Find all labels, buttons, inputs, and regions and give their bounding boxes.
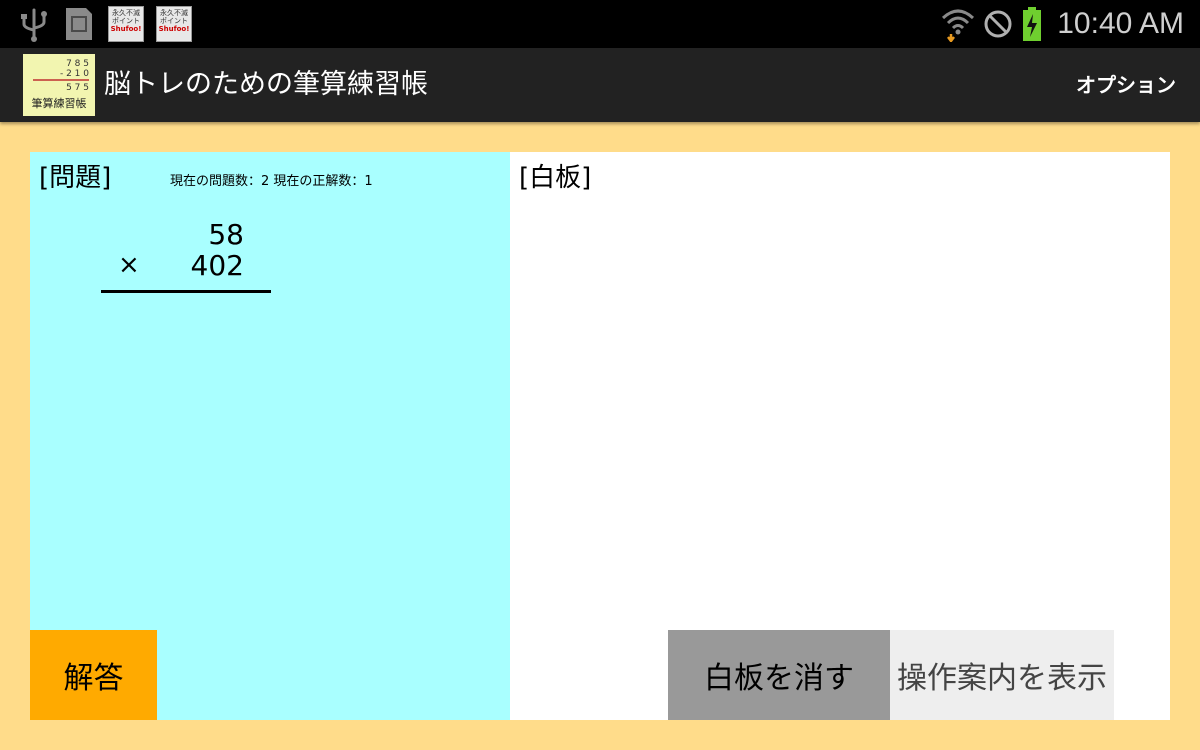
notification-text: Shufoo! (110, 25, 142, 33)
notification-text: Shufoo! (158, 25, 190, 33)
options-menu-button[interactable]: オプション (1076, 48, 1176, 122)
operand-top: 58 (208, 218, 244, 251)
status-bar-notifications: 永久不滅 ポイント Shufoo! 永久不滅 ポイント Shufoo! (18, 6, 192, 42)
problem-heading: [問題] (39, 163, 112, 193)
notification-text: ポイント (160, 17, 188, 25)
app-logo-icon[interactable]: 7 8 5 - 2 1 0 5 7 5 筆算練習帳 (23, 54, 95, 116)
sd-card-icon (66, 8, 92, 40)
operand-bottom: 402 (190, 249, 244, 282)
clear-whiteboard-button[interactable]: 白板を消す (668, 630, 890, 720)
notification-app-icon: 永久不滅 ポイント Shufoo! (156, 6, 192, 42)
notification-app-icon: 永久不滅 ポイント Shufoo! (108, 6, 144, 42)
do-not-disturb-icon (984, 10, 1012, 38)
notification-text: ポイント (112, 17, 140, 25)
whiteboard-canvas[interactable]: [白板] 白板を消す 操作案内を表示 (510, 152, 1170, 720)
status-bar-system-icons: 10:40 AM (941, 0, 1184, 48)
notification-text: 永久不滅 (112, 9, 140, 17)
wifi-icon (942, 9, 975, 42)
whiteboard-heading: [白板] (519, 163, 592, 193)
multiply-operator: × (118, 250, 140, 280)
notification-text: 永久不滅 (160, 9, 188, 17)
answer-button[interactable]: 解答 (30, 630, 157, 720)
clock: 10:40 AM (1057, 7, 1184, 40)
calculation-line (101, 290, 271, 293)
status-bar: 永久不滅 ポイント Shufoo! 永久不滅 ポイント Shufoo! 10:4… (0, 0, 1200, 48)
action-bar: 7 8 5 - 2 1 0 5 7 5 筆算練習帳 脳トレのための筆算練習帳 オ… (0, 48, 1200, 122)
app-title: 脳トレのための筆算練習帳 (104, 69, 428, 100)
app-icon-row3: 5 7 5 (66, 83, 89, 93)
app-icon-label: 筆算練習帳 (32, 96, 87, 110)
app-icon-row1: 7 8 5 (66, 59, 89, 69)
show-guide-button[interactable]: 操作案内を表示 (890, 630, 1114, 720)
problem-panel: [問題] 現在の問題数：2 現在の正解数：1 58 × 402 解答 (30, 152, 510, 720)
battery-charging-icon (1023, 7, 1042, 41)
usb-icon (21, 8, 47, 42)
problem-stats: 現在の問題数：2 現在の正解数：1 (170, 174, 373, 189)
app-icon-row2: - 2 1 0 (60, 69, 89, 79)
